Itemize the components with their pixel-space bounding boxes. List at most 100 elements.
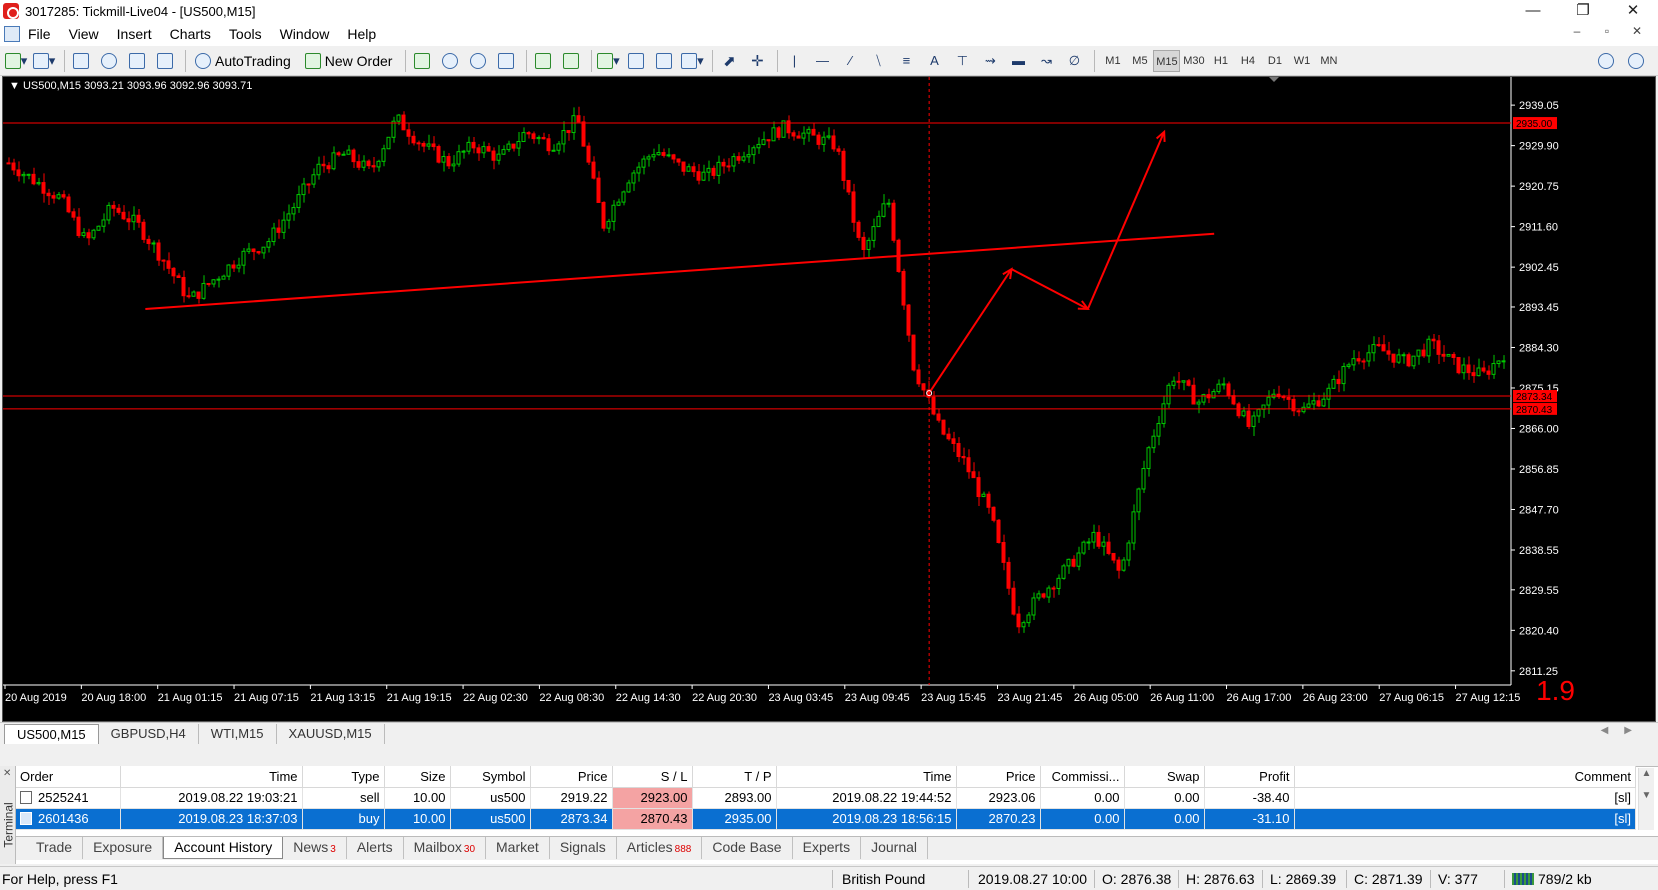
menu-file[interactable]: File [28, 26, 65, 42]
column-type[interactable]: Type [302, 766, 385, 788]
table-row[interactable]: 2525241 2019.08.22 19:03:21 sell 10.00 u… [16, 787, 1636, 809]
restore-button[interactable]: ❐ [1558, 0, 1608, 22]
market-watch-button[interactable] [69, 49, 93, 73]
candle-body [96, 225, 101, 231]
column-close-time[interactable]: Time [776, 766, 957, 788]
timeframe-m30[interactable]: M30 [1180, 50, 1207, 72]
new-order-button[interactable]: New Order [300, 49, 398, 73]
candle-body [766, 139, 771, 142]
tab-journal[interactable]: Journal [861, 837, 928, 859]
menu-window[interactable]: Window [280, 26, 344, 42]
table-row[interactable]: 2601436 2019.08.23 18:37:03 buy 10.00 us… [16, 808, 1636, 830]
terminal-button[interactable] [153, 49, 177, 73]
timeframe-m5[interactable]: M5 [1126, 50, 1153, 72]
column-commission[interactable]: Commissi... [1040, 766, 1125, 788]
menu-charts[interactable]: Charts [170, 26, 225, 42]
column-open-time[interactable]: Time [120, 766, 303, 788]
status-separator [1504, 870, 1505, 888]
terminal-close-icon[interactable]: ✕ [3, 768, 11, 779]
menu-tools[interactable]: Tools [229, 26, 276, 42]
autotrading-button[interactable]: AutoTrading [190, 49, 296, 73]
new-chart-button[interactable]: ▾ [4, 49, 28, 73]
tab-signals[interactable]: Signals [550, 837, 617, 859]
chart-templates-button[interactable]: ▾ [680, 49, 704, 73]
mdi-minimize-button[interactable]: – [1562, 24, 1592, 38]
mdi-restore-button[interactable]: ▫ [1592, 24, 1622, 38]
tab-articles[interactable]: Articles 888 [617, 837, 703, 859]
timeframe-m1[interactable]: M1 [1099, 50, 1126, 72]
column-open-price[interactable]: Price [530, 766, 613, 788]
equidistant-channel-button[interactable]: ⧹ [866, 49, 890, 73]
tile-windows-button[interactable] [494, 49, 518, 73]
column-close-price[interactable]: Price [956, 766, 1041, 788]
menu-view[interactable]: View [69, 26, 113, 42]
profiles-button[interactable]: ▾ [32, 49, 56, 73]
chart-window-icon[interactable] [4, 26, 20, 42]
zoom-in-button[interactable] [438, 49, 462, 73]
tab-experts[interactable]: Experts [793, 837, 862, 859]
chart-tab-us500[interactable]: US500,M15 [4, 724, 99, 744]
column-symbol[interactable]: Symbol [450, 766, 531, 788]
cursor-button[interactable]: ⬈ [717, 49, 741, 73]
horizontal-line-button[interactable]: — [810, 49, 834, 73]
tab-exposure[interactable]: Exposure [83, 837, 164, 859]
column-swap[interactable]: Swap [1124, 766, 1205, 788]
timeframe-h4[interactable]: H4 [1234, 50, 1261, 72]
timeframe-d1[interactable]: D1 [1261, 50, 1288, 72]
menu-help[interactable]: Help [347, 26, 390, 42]
mdi-close-button[interactable]: ✕ [1622, 24, 1652, 38]
data-window-button[interactable] [125, 49, 149, 73]
text-label-button[interactable]: ⊤ [950, 49, 974, 73]
periods-button[interactable] [624, 49, 648, 73]
chart-tab-wti[interactable]: WTI,M15 [199, 724, 277, 744]
column-size[interactable]: Size [384, 766, 451, 788]
tab-account-history[interactable]: Account History [163, 837, 284, 859]
text-button[interactable]: A [922, 49, 946, 73]
close-button[interactable]: ✕ [1608, 0, 1658, 22]
chart-tab-gbpusd[interactable]: GBPUSD,H4 [99, 724, 199, 744]
chart-tab-xauusd[interactable]: XAUUSD,M15 [277, 724, 385, 744]
tab-market[interactable]: Market [486, 837, 550, 859]
navigator-button[interactable] [97, 49, 121, 73]
price-tick-label: 2838.55 [1519, 545, 1559, 557]
minimize-button[interactable]: — [1508, 0, 1558, 22]
indicators-button[interactable]: ▾ [596, 49, 620, 73]
column-take-profit[interactable]: T / P [692, 766, 777, 788]
timeframe-w1[interactable]: W1 [1288, 50, 1315, 72]
price-chart[interactable]: 2939.05 2929.90 2920.75 2911.60 2902.45 2893.… [3, 77, 1655, 721]
column-order[interactable]: Order [16, 766, 121, 788]
bar-chart-button[interactable] [410, 49, 434, 73]
tab-news[interactable]: News 3 [283, 837, 347, 859]
gann-button[interactable]: ↝ [1034, 49, 1058, 73]
column-profit[interactable]: Profit [1204, 766, 1295, 788]
tab-mailbox[interactable]: Mailbox 30 [404, 837, 487, 859]
arrows-button[interactable]: ⇝ [978, 49, 1002, 73]
autoscroll-button[interactable] [559, 49, 583, 73]
tab-alerts[interactable]: Alerts [347, 837, 404, 859]
terminal-scrollbar[interactable]: ▲ ▼ [1638, 768, 1654, 830]
candle-body [646, 156, 651, 160]
chart-shift-marker[interactable] [1269, 77, 1279, 82]
vertical-line-button[interactable]: | [782, 49, 806, 73]
chat-button[interactable] [1624, 49, 1648, 73]
chart-window[interactable]: 2939.05 2929.90 2920.75 2911.60 2902.45 2893.… [2, 76, 1656, 722]
timeframe-m15[interactable]: M15 [1153, 49, 1181, 72]
search-button[interactable] [1594, 49, 1618, 73]
timeframe-mn[interactable]: MN [1315, 50, 1342, 72]
timeframe-h1[interactable]: H1 [1207, 50, 1234, 72]
tab-trade[interactable]: Trade [26, 837, 84, 859]
crosshair-button[interactable]: ✛ [745, 49, 769, 73]
tab-code-base[interactable]: Code Base [702, 837, 793, 859]
chart-shift-button[interactable] [531, 49, 555, 73]
zoom-out-button[interactable] [466, 49, 490, 73]
fibonacci-button[interactable]: ≡ [894, 49, 918, 73]
templates-button[interactable] [652, 49, 676, 73]
eraser-button[interactable]: ∅ [1062, 49, 1086, 73]
cell-open-time: 2019.08.22 19:03:21 [120, 787, 303, 809]
column-comment[interactable]: Comment [1294, 766, 1636, 788]
trendline-button[interactable]: ∕ [838, 49, 862, 73]
menu-insert[interactable]: Insert [117, 26, 166, 42]
column-stop-loss[interactable]: S / L [612, 766, 693, 788]
rectangle-button[interactable]: ▬ [1006, 49, 1030, 73]
chart-tabs-scroll-arrows[interactable]: ◀▶ [1601, 725, 1648, 736]
